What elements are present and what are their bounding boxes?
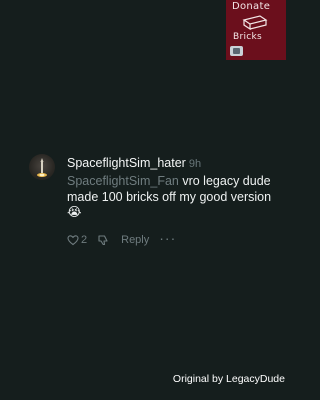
- brick-icon: [242, 15, 268, 30]
- comment-actions: 2 Reply ···: [67, 231, 186, 246]
- avatar[interactable]: [29, 154, 55, 180]
- dislike-button[interactable]: [97, 234, 109, 246]
- dislike-icon: [98, 235, 108, 246]
- bricks-label: Bricks: [233, 32, 263, 42]
- image-thumbnail-icon: [230, 46, 243, 56]
- more-button[interactable]: ···: [159, 231, 176, 245]
- comment-time: 9h: [188, 158, 202, 170]
- rocket-icon: [37, 158, 47, 177]
- heart-icon: [67, 235, 79, 246]
- comment-mention[interactable]: SpaceflightSim_Fan: [67, 174, 179, 188]
- credit-caption: Original by LegacyDude: [172, 373, 285, 385]
- crying-emoji: 😭: [67, 205, 82, 219]
- reply-button[interactable]: Reply: [119, 234, 149, 246]
- donate-label: Donate: [232, 1, 271, 12]
- like-button[interactable]: 2: [67, 234, 87, 246]
- comment-body: SpaceflightSim_Fan vro legacy dude made …: [67, 174, 282, 221]
- comment-username[interactable]: SpaceflightSim_hater: [67, 156, 186, 170]
- more-icon: ···: [159, 230, 177, 246]
- reply-label: Reply: [121, 234, 150, 246]
- donate-bricks-badge[interactable]: Donate Bricks: [226, 0, 286, 60]
- like-count: 2: [81, 234, 88, 246]
- comment-header: SpaceflightSim_hater 9h: [67, 154, 201, 172]
